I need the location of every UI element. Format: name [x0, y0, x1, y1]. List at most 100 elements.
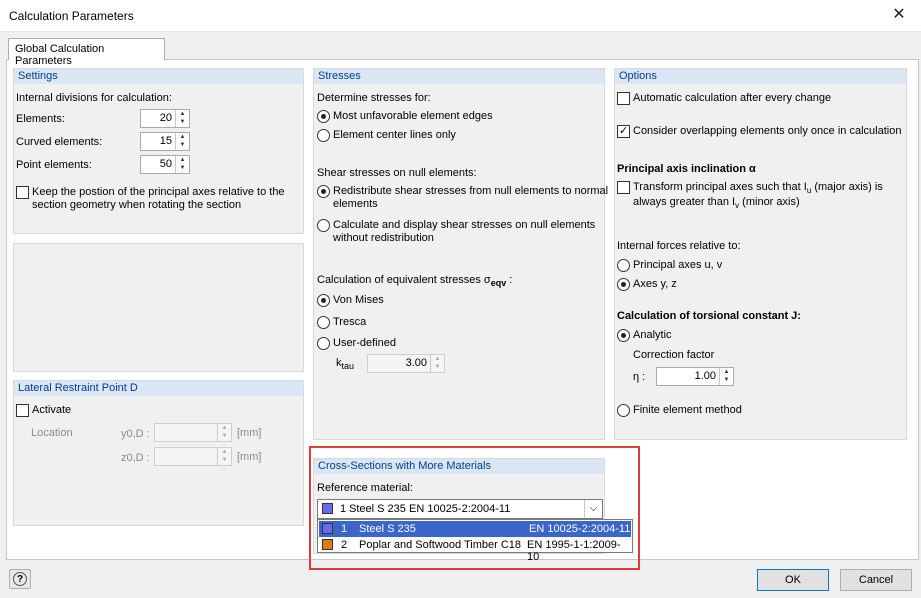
principal-axis-label: Principal axis inclination α: [617, 163, 756, 175]
ktau-sub: tau: [341, 361, 355, 372]
center-lines-label: Element center lines only: [333, 129, 456, 141]
stresses-group: Stresses: [313, 68, 605, 440]
spin-up-icon[interactable]: ▲: [218, 448, 231, 456]
point-stepper[interactable]: 50 ▲ ▼: [140, 155, 190, 174]
eta-stepper[interactable]: 1.00 ▲ ▼: [656, 367, 734, 386]
most-unfavorable-label: Most unfavorable element edges: [333, 110, 493, 122]
axes-yz-label: Axes y, z: [633, 278, 677, 290]
elements-value: 20: [159, 112, 172, 124]
overlap-checkbox[interactable]: [617, 124, 630, 138]
eta-label: η :: [633, 371, 646, 383]
highlight-frame: [309, 446, 640, 570]
help-button[interactable]: ?: [9, 569, 31, 589]
von-mises-label: Von Mises: [333, 294, 384, 306]
elements-spin-buttons[interactable]: ▲ ▼: [175, 110, 189, 127]
spin-down-icon[interactable]: ▼: [176, 118, 189, 126]
fem-label: Finite element method: [633, 404, 742, 416]
transform-label-2: always greater than Iv (minor axis): [633, 196, 800, 210]
spin-up-icon[interactable]: ▲: [720, 368, 733, 376]
user-defined-label: User-defined: [333, 337, 396, 349]
point-value: 50: [159, 158, 172, 170]
cancel-button[interactable]: Cancel: [840, 569, 912, 591]
user-defined-radio[interactable]: [317, 337, 330, 350]
internal-forces-label: Internal forces relative to:: [617, 240, 741, 252]
transform-text-1: Transform principal axes such that I: [633, 181, 807, 193]
fem-radio[interactable]: [617, 404, 630, 417]
y0d-label: y0,D :: [121, 428, 150, 440]
point-label: Point elements:: [16, 159, 92, 171]
ok-button[interactable]: OK: [757, 569, 829, 591]
stresses-header: Stresses: [314, 69, 604, 84]
redistribute-label-1: Redistribute shear stresses from null el…: [333, 185, 609, 197]
z0d-spin-buttons[interactable]: ▲ ▼: [217, 448, 231, 465]
transform-tail-1: (major axis) is: [811, 181, 883, 193]
tresca-label: Tresca: [333, 316, 367, 328]
spin-up-icon[interactable]: ▲: [176, 110, 189, 118]
eta-spin-buttons[interactable]: ▲ ▼: [719, 368, 733, 385]
spin-down-icon[interactable]: ▼: [218, 432, 231, 440]
window-title: Calculation Parameters: [9, 9, 134, 23]
principal-uv-radio[interactable]: [617, 259, 630, 272]
transform-label-1: Transform principal axes such that Iu (m…: [633, 181, 883, 195]
lateral-header: Lateral Restraint Point D: [14, 381, 303, 396]
keep-axes-label-1: Keep the postion of the principal axes r…: [32, 186, 285, 198]
activate-checkbox[interactable]: [16, 404, 29, 417]
ktau-stepper[interactable]: 3.00 ▲ ▼: [367, 354, 445, 373]
transform-axes-checkbox[interactable]: [617, 181, 630, 194]
spin-up-icon[interactable]: ▲: [176, 156, 189, 164]
ktau-spin-buttons[interactable]: ▲ ▼: [430, 355, 444, 372]
determine-label: Determine stresses for:: [317, 92, 431, 104]
tab-global-calculation-parameters[interactable]: Global Calculation Parameters: [8, 38, 165, 67]
transform-text-2: always greater than I: [633, 196, 736, 208]
y0d-stepper[interactable]: ▲ ▼: [154, 423, 232, 442]
auto-calc-checkbox[interactable]: [617, 92, 630, 105]
spin-up-icon[interactable]: ▲: [218, 424, 231, 432]
torsion-label: Calculation of torsional constant J:: [617, 310, 801, 322]
y0d-unit: [mm]: [237, 427, 262, 439]
spin-down-icon[interactable]: ▼: [431, 363, 444, 371]
settings-header: Settings: [14, 69, 303, 84]
equiv-tail: :: [506, 274, 513, 286]
tresca-radio[interactable]: [317, 316, 330, 329]
curved-spin-buttons[interactable]: ▲ ▼: [175, 133, 189, 150]
z0d-unit: [mm]: [237, 451, 262, 463]
correction-factor-label: Correction factor: [633, 349, 715, 361]
spin-up-icon[interactable]: ▲: [176, 133, 189, 141]
z0d-stepper[interactable]: ▲ ▼: [154, 447, 232, 466]
spin-down-icon[interactable]: ▼: [176, 141, 189, 149]
close-icon[interactable]: ✕: [887, 4, 911, 28]
center-lines-radio[interactable]: [317, 129, 330, 142]
equiv-stress-label: Calculation of equivalent stresses σeqv …: [317, 274, 512, 288]
analytic-label: Analytic: [633, 329, 672, 341]
analytic-radio[interactable]: [617, 329, 630, 342]
y0d-spin-buttons[interactable]: ▲ ▼: [217, 424, 231, 441]
auto-calc-label: Automatic calculation after every change: [633, 92, 832, 104]
calc-display-radio[interactable]: [317, 219, 330, 232]
elements-label: Elements:: [16, 113, 65, 125]
transform-tail-2: (minor axis): [739, 196, 800, 208]
redistribute-label-2: elements: [333, 198, 378, 210]
curved-stepper[interactable]: 15 ▲ ▼: [140, 132, 190, 151]
options-header: Options: [615, 69, 906, 84]
spin-down-icon[interactable]: ▼: [218, 456, 231, 464]
activate-label: Activate: [32, 404, 72, 416]
spin-down-icon[interactable]: ▼: [176, 164, 189, 172]
von-mises-radio[interactable]: [317, 294, 330, 307]
spin-down-icon[interactable]: ▼: [720, 376, 733, 384]
axes-yz-radio[interactable]: [617, 278, 630, 291]
redistribute-radio[interactable]: [317, 185, 330, 198]
equiv-text: Calculation of equivalent stresses σ: [317, 274, 491, 286]
equiv-sub: eqv: [490, 278, 507, 289]
point-spin-buttons[interactable]: ▲ ▼: [175, 156, 189, 173]
spin-up-icon[interactable]: ▲: [431, 355, 444, 363]
overlap-label: Consider overlapping elements only once …: [633, 125, 902, 137]
most-unfavorable-radio[interactable]: [317, 110, 330, 123]
ktau-label: ktau: [336, 357, 354, 371]
keep-axes-label-2: section geometry when rotating the secti…: [32, 199, 242, 211]
calc-display-label-2: without redistribution: [333, 232, 434, 244]
location-label: Location: [31, 427, 73, 439]
shear-label: Shear stresses on null elements:: [317, 167, 477, 179]
elements-stepper[interactable]: 20 ▲ ▼: [140, 109, 190, 128]
keep-axes-checkbox[interactable]: [16, 186, 29, 199]
help-icon: ?: [13, 572, 27, 586]
